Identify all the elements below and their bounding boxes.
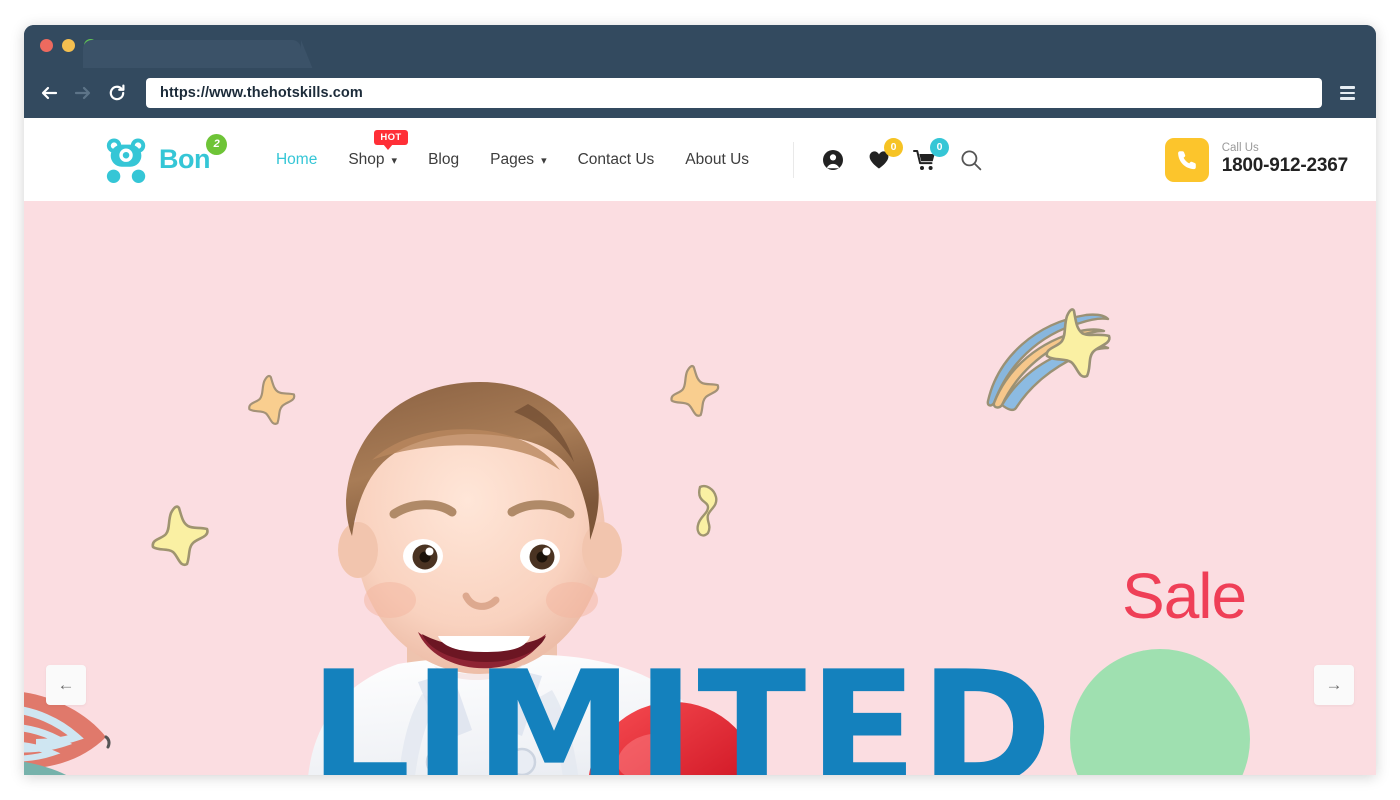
header-icon-group: 0 0: [793, 137, 984, 178]
orange-star-small-icon: [670, 365, 720, 417]
back-arrow-icon[interactable]: [32, 76, 66, 110]
address-bar-url: https://www.thehotskills.com: [160, 85, 363, 101]
nav-item-blog[interactable]: Blog: [428, 151, 459, 169]
site-header: Bon 2 Home HOT Shop ▾ Blog Pages ▾ Conta…: [24, 118, 1376, 201]
yellow-squiggle-icon: [696, 484, 718, 537]
nav-label-blog: Blog: [428, 150, 460, 168]
hot-badge: HOT: [374, 129, 408, 150]
orange-star-icon: [248, 374, 296, 425]
main-navigation: Home HOT Shop ▾ Blog Pages ▾ Contact Us: [276, 129, 749, 169]
chevron-down-icon: ▾: [391, 155, 398, 167]
chevron-down-icon: ▾: [541, 155, 547, 167]
teddy-bear-icon: [106, 137, 146, 183]
address-bar[interactable]: https://www.thehotskills.com: [146, 78, 1322, 108]
minimize-window-button[interactable]: [62, 39, 75, 52]
arrow-right-icon: →: [1325, 675, 1343, 694]
close-window-button[interactable]: [40, 39, 53, 52]
hamburger-menu-icon[interactable]: [1332, 76, 1362, 110]
nav-label-about-us: About Us: [685, 150, 750, 168]
nav-item-shop[interactable]: HOT Shop ▾: [348, 129, 408, 169]
cart-count-badge: 0: [930, 137, 950, 157]
browser-toolbar: https://www.thehotskills.com: [24, 68, 1376, 118]
nav-label-home: Home: [275, 150, 318, 168]
call-us-text: Call Us 1800-912-2367: [1222, 142, 1348, 178]
forward-arrow-icon[interactable]: [66, 76, 100, 110]
nav-item-home[interactable]: Home: [276, 151, 317, 169]
hero-headline-line1: LIMITED: [309, 636, 1055, 776]
logo-wordmark: Bon 2: [159, 134, 227, 174]
yellow-star-icon: [151, 505, 209, 567]
green-circle-shape: [1070, 649, 1250, 775]
sale-wordmark: Sale: [1122, 560, 1247, 632]
carousel-next-button[interactable]: →: [1314, 665, 1354, 705]
search-icon[interactable]: [958, 147, 984, 173]
nav-label-pages: Pages: [490, 150, 535, 168]
carousel-prev-button[interactable]: ←: [46, 665, 86, 705]
page-viewport: Bon 2 Home HOT Shop ▾ Blog Pages ▾ Conta…: [24, 118, 1376, 775]
call-us-number: 1800-912-2367: [1221, 155, 1348, 177]
nav-item-contact-us[interactable]: Contact Us: [578, 151, 655, 169]
nav-label-shop: Shop: [348, 150, 385, 168]
wishlist-count-badge: 0: [884, 137, 904, 157]
browser-titlebar: [24, 25, 1376, 72]
reload-icon[interactable]: [100, 76, 134, 110]
nav-label-contact-us: Contact Us: [577, 150, 655, 168]
call-us-label: Call Us: [1221, 141, 1259, 154]
nav-item-pages[interactable]: Pages ▾: [490, 151, 546, 169]
wishlist-heart-icon[interactable]: 0: [866, 137, 904, 173]
site-logo[interactable]: Bon 2: [102, 134, 227, 183]
account-icon[interactable]: [820, 147, 846, 173]
shooting-star-icon: [986, 308, 1111, 412]
logo-superscript: 2: [205, 134, 227, 155]
browser-window: https://www.thehotskills.com Bon 2 Home …: [24, 25, 1376, 775]
logo-text: Bon: [159, 144, 210, 174]
phone-icon: [1164, 137, 1209, 182]
arrow-left-icon: ←: [57, 675, 75, 694]
hero-banner: Sale LIMITED TIME ← →: [24, 201, 1376, 775]
nav-item-about-us[interactable]: About Us: [685, 151, 749, 169]
hero-headline: LIMITED TIME: [309, 650, 1054, 776]
shopping-cart-icon[interactable]: 0: [912, 137, 950, 173]
call-us-block[interactable]: Call Us 1800-912-2367: [1164, 137, 1348, 182]
